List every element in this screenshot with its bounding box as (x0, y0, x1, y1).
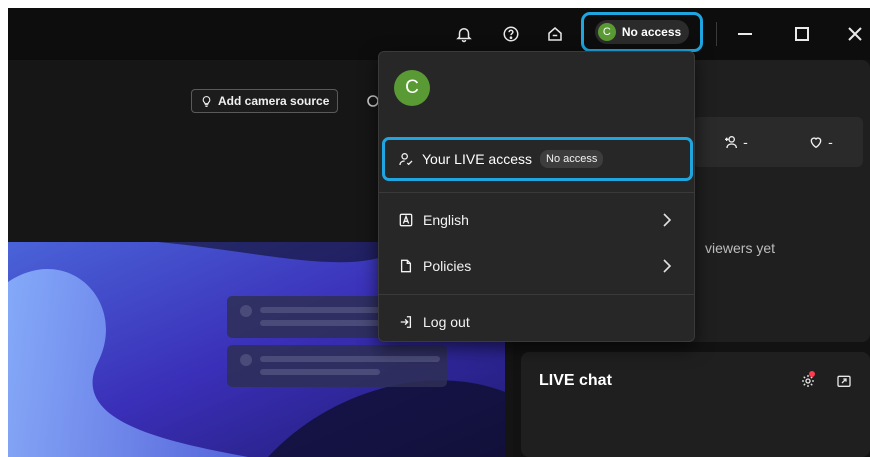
heart-icon (810, 137, 822, 149)
maximize-button[interactable] (787, 21, 817, 47)
account-pill: C No access (594, 20, 690, 44)
menu-item-policies-label: Policies (423, 258, 472, 274)
likes-value: - (828, 134, 833, 150)
avatar: C (597, 23, 616, 41)
menu-divider (379, 192, 694, 193)
document-icon (400, 259, 412, 273)
popout-icon (837, 375, 851, 387)
add-camera-source-button[interactable]: Add camera source (191, 89, 339, 113)
menu-item-policies[interactable]: Policies (379, 248, 694, 284)
minimize-icon (738, 33, 752, 35)
live-access-item[interactable]: Your LIVE access No access (382, 137, 693, 181)
home-icon[interactable] (542, 21, 568, 47)
stats-row: - - (693, 117, 863, 167)
likes-stat: - (808, 134, 833, 150)
menu-avatar: C (394, 70, 430, 106)
chevron-right-icon (663, 259, 672, 273)
menu-item-language-label: English (423, 212, 469, 228)
account-button[interactable]: C No access (581, 12, 703, 52)
new-followers-stat: - (723, 134, 748, 150)
app-window: C No access Add camera source - - viewer… (8, 8, 870, 457)
no-viewers-text: viewers yet (705, 240, 776, 256)
titlebar-divider (716, 22, 717, 46)
close-button[interactable] (840, 21, 870, 47)
close-icon (848, 27, 862, 41)
language-icon (399, 213, 413, 227)
live-chat-card: LIVE chat (521, 352, 870, 457)
bell-icon[interactable] (451, 21, 477, 47)
live-chat-title: LIVE chat (539, 372, 612, 389)
minimize-button[interactable] (730, 21, 760, 47)
add-camera-source-label: Add camera source (218, 94, 330, 108)
menu-item-language[interactable]: English (379, 202, 694, 238)
menu-divider (379, 294, 694, 295)
chat-settings-button[interactable] (797, 370, 819, 392)
live-access-label: Your LIVE access (422, 151, 532, 167)
menu-item-logout[interactable]: Log out (379, 304, 694, 340)
account-status-label: No access (621, 25, 682, 39)
logout-icon (400, 316, 412, 328)
chat-popout-button[interactable] (833, 370, 855, 392)
new-followers-value: - (743, 134, 748, 150)
user-check-icon (399, 153, 413, 166)
lightbulb-icon (202, 95, 211, 107)
menu-item-logout-label: Log out (423, 314, 470, 330)
chevron-right-icon (663, 213, 672, 227)
help-icon[interactable] (498, 21, 524, 47)
account-menu: C Your LIVE access No access English Pol… (378, 51, 695, 342)
notification-dot (809, 371, 815, 377)
maximize-icon (795, 27, 809, 41)
live-access-status-badge: No access (540, 150, 604, 168)
add-user-icon (725, 136, 738, 149)
